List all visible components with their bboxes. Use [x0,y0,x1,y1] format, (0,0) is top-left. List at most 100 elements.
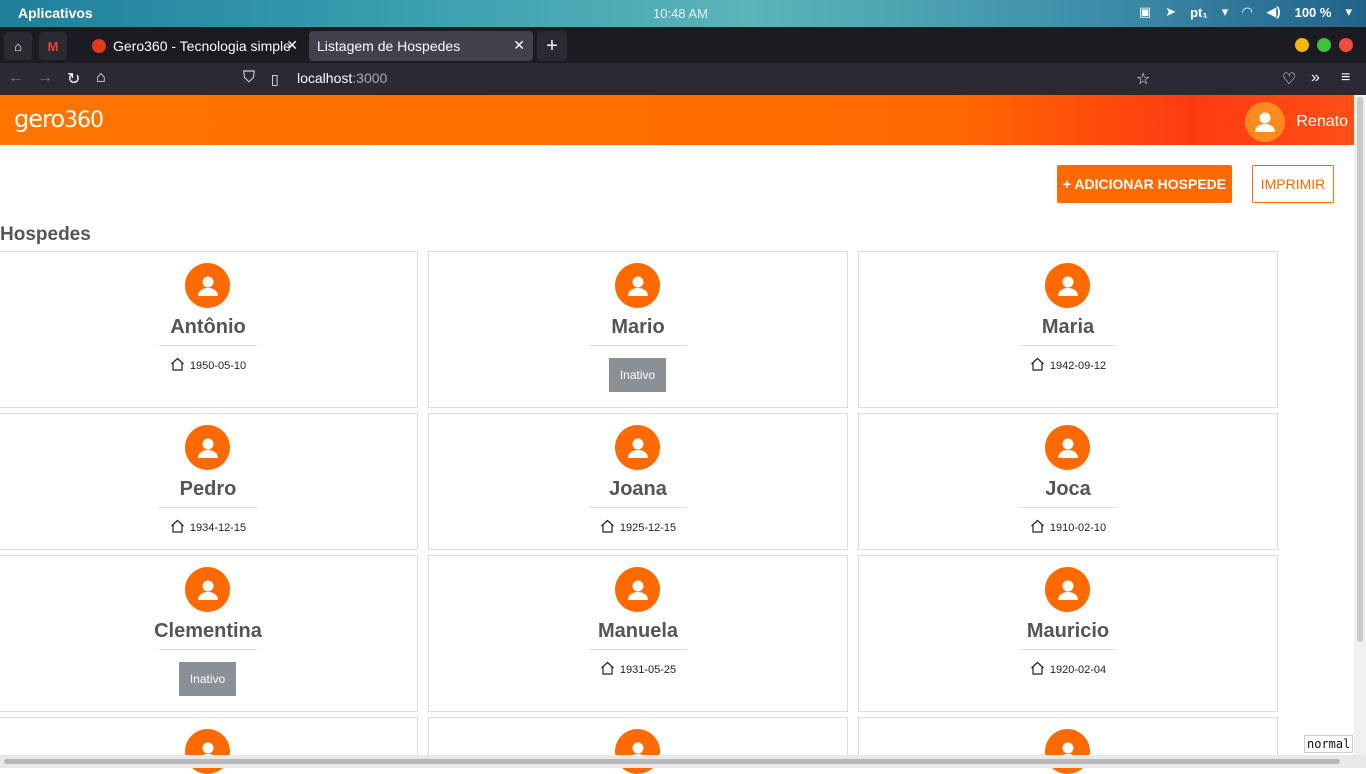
guest-avatar-icon [185,263,230,308]
status-badge: Inativo [609,358,666,392]
overflow-chevron-icon[interactable]: » [1311,69,1320,87]
pinned-home-icon[interactable]: ⌂ [4,32,32,60]
chevron-down-icon: ▾ [1221,4,1229,19]
guest-avatar-icon [185,425,230,470]
guest-name: Joca [1045,478,1091,500]
guest-date: 1910-02-10 [1049,521,1107,534]
minimize-button[interactable] [1295,38,1309,52]
home-icon[interactable]: ⌂ [96,69,106,87]
house-icon [170,357,185,374]
house-icon [1030,357,1045,374]
guest-date: 1931-05-25 [619,663,677,676]
wifi-icon[interactable]: ◠ [1242,4,1252,20]
guest-date-row: 1910-02-10 [859,519,1277,536]
scrollbar-thumb[interactable] [4,759,1340,764]
guest-date-row: 1950-05-10 [0,357,417,374]
guest-avatar-icon [1045,567,1090,612]
house-icon [600,661,615,678]
guest-name: Manuela [597,620,679,642]
tab-label: Gero360 - Tecnologia simple [113,38,291,54]
gmail-icon[interactable]: M [39,32,67,60]
pocket-icon[interactable]: ♡ [1282,69,1296,89]
shield-icon[interactable]: ⛉ [243,69,255,87]
divider [1019,507,1117,508]
back-icon[interactable]: ← [8,69,24,87]
user-name: Renato [1296,113,1348,130]
guest-name: Mario [611,316,665,338]
guest-card[interactable]: Mauricio 1920-02-04 [858,555,1278,712]
guest-name: Clementina [154,620,262,642]
close-tab-icon[interactable]: ✕ [513,37,525,54]
page-icon: ▯ [271,71,279,87]
guest-avatar-icon [615,425,660,470]
status-badge: Inativo [179,662,236,696]
url-host: localhost [297,70,353,86]
browser-nav-bar: ← → ↻ ⌂ ⛉ ▯ localhost:3000 ☆ ♡ » ≡ [0,63,1366,95]
guest-date: 1925-12-15 [619,521,677,534]
guest-date-row: 1934-12-15 [0,519,417,536]
house-icon [170,519,185,536]
divider [159,507,257,508]
bookmark-star-icon[interactable]: ☆ [1136,69,1150,89]
print-button[interactable]: IMPRIMIR [1252,165,1334,203]
add-guest-button[interactable]: + ADICIONAR HOSPEDE [1057,165,1232,203]
os-top-panel: Aplicativos 10:48 AM ▣ ➤ pt₁ ▾ ◠ ◀) 100 … [0,0,1366,27]
guest-card[interactable]: Maria 1942-09-12 [858,251,1278,408]
logo-text: gero [14,105,65,133]
house-icon [1030,661,1045,678]
guest-date: 1934-12-15 [189,521,247,534]
tab-listagem[interactable]: Listagem de Hospedes ✕ [309,31,533,61]
divider [589,345,687,346]
tab-label: Listagem de Hospedes [317,38,461,54]
guest-card[interactable]: Mario Inativo [428,251,848,408]
guest-date: 1950-05-10 [189,359,247,372]
guest-card[interactable]: Antônio 1950-05-10 [0,251,418,408]
divider [1019,345,1117,346]
divider [589,507,687,508]
guest-card[interactable]: Pedro 1934-12-15 [0,413,418,550]
guest-card[interactable]: Joana 1925-12-15 [428,413,848,550]
applications-menu[interactable]: Aplicativos [18,5,93,21]
guest-card[interactable]: Clementina Inativo [0,555,418,712]
display-icon[interactable]: ▣ [1139,4,1151,20]
divider [159,345,257,346]
scrollbar-thumb[interactable] [1357,97,1363,642]
user-menu[interactable]: Renato [1245,102,1348,142]
close-window-button[interactable] [1339,38,1353,52]
gero360-logo[interactable]: gero360 [14,105,104,133]
maximize-button[interactable] [1317,38,1331,52]
horizontal-scrollbar[interactable] [0,755,1366,768]
divider [589,649,687,650]
hamburger-menu-icon[interactable]: ≡ [1341,69,1350,87]
reload-icon[interactable]: ↻ [67,69,80,89]
tab-gero360[interactable]: Gero360 - Tecnologia simple ✕ [84,31,306,61]
guest-card[interactable]: Joca 1910-02-10 [858,413,1278,550]
logo-number: 360 [64,108,104,133]
house-icon [600,519,615,536]
vertical-scrollbar[interactable] [1354,95,1366,755]
page-title: Hospedes [0,224,91,245]
guest-avatar-icon [1045,263,1090,308]
app-header: gero360 Renato [0,95,1354,145]
guest-name: Pedro [179,478,237,500]
forward-icon[interactable]: → [37,69,53,87]
guest-avatar-icon [185,567,230,612]
system-clock[interactable]: 10:48 AM [653,6,708,21]
user-avatar-icon [1245,102,1286,142]
url-bar[interactable]: localhost:3000 [297,70,387,86]
telegram-icon[interactable]: ➤ [1165,4,1176,20]
guest-name: Antônio [170,316,246,338]
power-menu-icon[interactable]: ▾ [1345,4,1352,20]
battery-level[interactable]: 100 % [1295,5,1332,20]
volume-icon[interactable]: ◀) [1266,4,1280,20]
guest-name: Mauricio [1026,620,1110,642]
keyboard-layout[interactable]: pt₁ [1190,5,1208,20]
guest-date-row: 1925-12-15 [429,519,847,536]
system-tray: ▣ ➤ pt₁ ▾ ◠ ◀) 100 % ▾ [1139,4,1352,20]
guest-date: 1942-09-12 [1049,359,1107,372]
guest-avatar-icon [1045,425,1090,470]
new-tab-button[interactable]: + [537,31,567,61]
close-tab-icon[interactable]: ✕ [286,37,298,54]
guest-card[interactable]: Manuela 1931-05-25 [428,555,848,712]
guest-date: 1920-02-04 [1049,663,1107,676]
